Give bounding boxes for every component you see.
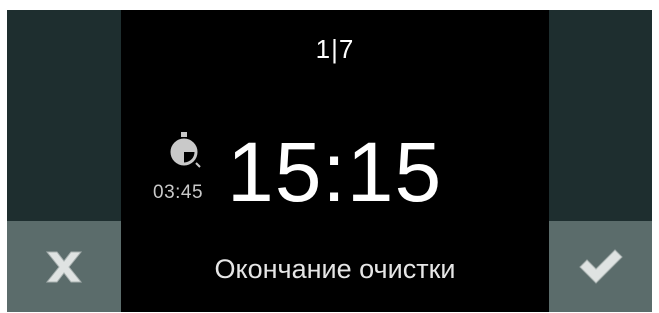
page-separator: | (331, 34, 339, 64)
status-label: Окончание очистки (214, 254, 456, 284)
left-side-panel-top (7, 10, 121, 221)
timer-block: 03:45 (153, 132, 223, 212)
right-side-panel-top (549, 10, 652, 221)
page-current: 1 (315, 34, 332, 64)
page-indicator: 1|7 (121, 34, 549, 65)
close-icon (45, 251, 83, 282)
appliance-display: 1|7 03:45 15:15 Окончание очистки (7, 10, 652, 312)
cancel-button[interactable] (7, 221, 121, 312)
main-content: 1|7 03:45 15:15 Окончание очистки (121, 10, 549, 312)
timer-icon (170, 132, 201, 168)
timer-duration: 03:45 (153, 182, 204, 203)
right-side-panel (549, 10, 652, 312)
page-total: 7 (338, 34, 355, 64)
left-side-panel (7, 10, 121, 312)
end-time: 15:15 (227, 125, 443, 219)
confirm-button[interactable] (549, 221, 652, 312)
checkmark-icon (578, 248, 623, 284)
